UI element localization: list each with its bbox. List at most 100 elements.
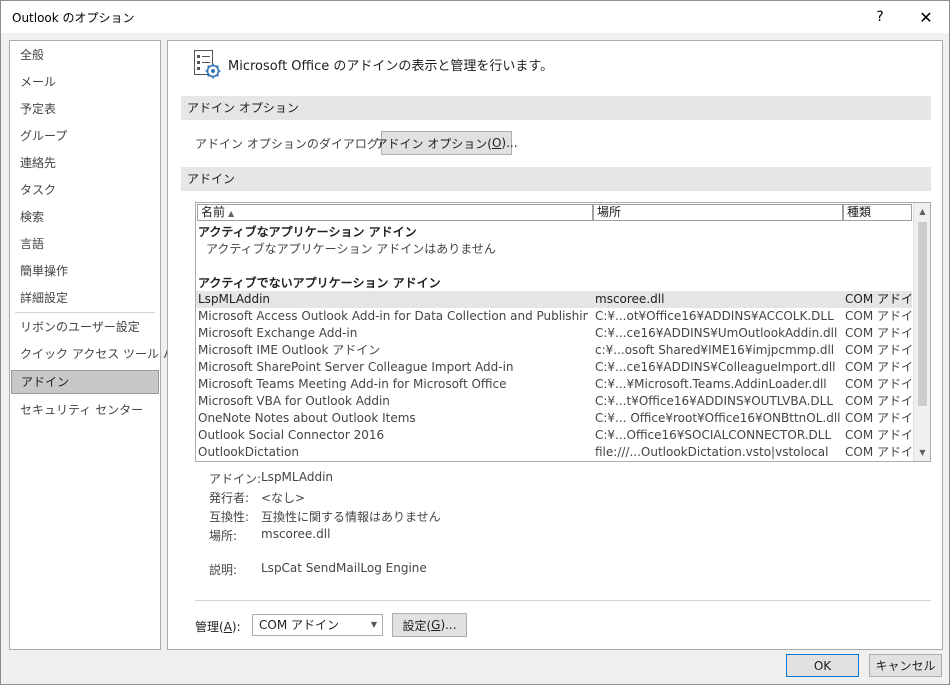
addin-location: C:¥...ce16¥ADDINS¥ColleagueImport.dll [595, 360, 836, 374]
settings-button-suffix: )... [440, 618, 457, 632]
help-button[interactable]: ? [857, 1, 903, 33]
addin-location: C:¥...t¥Office16¥ADDINS¥OUTLVBA.DLL [595, 394, 834, 408]
addin-type: COM アドイン [845, 377, 913, 391]
addins-manage-icon [193, 49, 221, 79]
sidebar-divider [15, 312, 155, 313]
table-row[interactable]: Microsoft Teams Meeting Add-in for Micro… [196, 376, 913, 393]
table-row[interactable]: Microsoft VBA for Outlook Addin C:¥...t¥… [196, 393, 913, 410]
detail-location-label: 場所: [209, 529, 238, 543]
manage-label: 管理(A): [195, 618, 241, 635]
table-row[interactable]: Microsoft IME Outlook アドイン c:¥...osoft S… [196, 342, 913, 359]
section-addins: アドイン [181, 167, 931, 191]
sidebar-item-customize-ribbon[interactable]: リボンのユーザー設定 [10, 315, 160, 339]
close-button[interactable]: ✕ [903, 1, 949, 33]
table-row[interactable]: LspMLAddin mscoree.dll COM アドイン [196, 291, 913, 308]
scroll-up-icon[interactable]: ▲ [914, 203, 930, 220]
sidebar-item-accessibility[interactable]: 簡単操作 [10, 259, 160, 283]
detail-addin-label: アドイン: [209, 472, 262, 486]
page-title: Microsoft Office のアドインの表示と管理を行います。 [228, 59, 554, 74]
group-active-addins: アクティブなアプリケーション アドイン [198, 225, 417, 239]
detail-location-value: mscoree.dll [261, 527, 331, 541]
manage-select-value: COM アドイン [259, 618, 339, 632]
addin-location: C:¥...ot¥Office16¥ADDINS¥ACCOLK.DLL [595, 309, 834, 323]
detail-desc-value: LspCat SendMailLog Engine [261, 561, 427, 575]
section-addin-options: アドイン オプション [181, 96, 931, 120]
table-row[interactable]: OutlookDictation file:///...OutlookDicta… [196, 444, 913, 461]
go-settings-button[interactable]: 設定(G)... [392, 613, 467, 637]
sidebar-item-tasks[interactable]: タスク [10, 178, 160, 202]
addin-type: COM アドイン [845, 309, 913, 323]
addin-options-button-accesskey: O [491, 136, 502, 150]
sidebar-item-language[interactable]: 言語 [10, 232, 160, 256]
sidebar-item-advanced[interactable]: 詳細設定 [10, 286, 160, 310]
table-row[interactable]: Microsoft Exchange Add-in C:¥...ce16¥ADD… [196, 325, 913, 342]
addin-location: C:¥...¥Microsoft.Teams.AddinLoader.dll [595, 377, 827, 391]
sidebar-item-people[interactable]: 連絡先 [10, 151, 160, 175]
active-addins-empty: アクティブなアプリケーション アドインはありません [206, 242, 496, 256]
manage-select[interactable]: COM アドイン ▼ [252, 614, 383, 636]
group-inactive-addins: アクティブでないアプリケーション アドイン [198, 276, 441, 290]
sidebar-item-mail[interactable]: メール [10, 70, 160, 94]
addin-name: Microsoft SharePoint Server Colleague Im… [198, 360, 514, 374]
manage-divider [195, 600, 931, 601]
addin-name: Microsoft VBA for Outlook Addin [198, 394, 390, 408]
table-row[interactable]: Outlook Social Connector 2016 C:¥...Offi… [196, 427, 913, 444]
addin-options-button-suffix: )... [501, 136, 518, 150]
addin-name: LspMLAddin [198, 292, 271, 306]
addin-name: OneNote Notes about Outlook Items [198, 411, 416, 425]
addin-type: COM アドイン [845, 360, 913, 374]
options-dialog: Outlook のオプション ? ✕ 全般 メール 予定表 グループ 連絡先 タ… [0, 0, 950, 685]
manage-label-suffix: ): [231, 620, 241, 634]
detail-publisher-label: 発行者: [209, 491, 250, 505]
ok-button[interactable]: OK [786, 654, 859, 677]
scroll-down-icon[interactable]: ▼ [914, 444, 930, 461]
detail-compat-value: 互換性に関する情報はありません [261, 510, 441, 524]
addin-name: Microsoft IME Outlook アドイン [198, 343, 381, 357]
detail-publisher-value: <なし> [261, 491, 306, 505]
table-row[interactable]: Microsoft Access Outlook Add-in for Data… [196, 308, 913, 325]
manage-label-accesskey: A [223, 620, 232, 634]
addin-type: COM アドイン [845, 326, 913, 340]
list-header: 名前 ▲ 場所 種類 [196, 203, 912, 222]
sidebar-item-addins[interactable]: アドイン [11, 370, 159, 394]
settings-button-accesskey: G [431, 618, 441, 632]
dropdown-arrow-icon: ▼ [370, 620, 377, 629]
addin-name: Microsoft Exchange Add-in [198, 326, 358, 340]
list-scrollbar[interactable]: ▲ ▼ [913, 203, 930, 461]
column-header-name-label: 名前 [201, 205, 226, 219]
addin-options-button[interactable]: アドイン オプション(O)... [375, 131, 518, 155]
manage-label-text: 管理( [195, 620, 224, 634]
sidebar-nav: 全般 メール 予定表 グループ 連絡先 タスク 検索 言語 簡単操作 詳細設定 … [9, 40, 187, 650]
scroll-thumb[interactable] [918, 222, 927, 406]
column-header-location[interactable]: 場所 [593, 204, 843, 221]
addin-options-button-label: アドイン オプション( [375, 136, 492, 151]
sidebar-item-search[interactable]: 検索 [10, 205, 160, 229]
table-row[interactable]: Microsoft SharePoint Server Colleague Im… [196, 359, 913, 376]
main-panel: Microsoft Office のアドインの表示と管理を行います。 アドイン … [167, 40, 943, 650]
column-header-name[interactable]: 名前 ▲ [197, 204, 593, 221]
addin-location: mscoree.dll [595, 292, 665, 306]
addin-name: Microsoft Teams Meeting Add-in for Micro… [198, 377, 507, 391]
addin-name: Outlook Social Connector 2016 [198, 428, 385, 442]
title-bar: Outlook のオプション ? ✕ [1, 1, 949, 33]
addin-location: C:¥... Office¥root¥Office16¥ONBttnOL.dll [595, 411, 840, 425]
addin-location: C:¥...ce16¥ADDINS¥UmOutlookAddin.dll [595, 326, 838, 340]
column-header-type[interactable]: 種類 [843, 204, 912, 221]
sidebar-item-general[interactable]: 全般 [10, 43, 160, 67]
addins-list[interactable]: 名前 ▲ 場所 種類 アクティブなアプリケーション アドイン アクティブなアプリケ… [195, 202, 931, 462]
window-title: Outlook のオプション [12, 11, 135, 25]
addin-type: COM アドイン [845, 411, 913, 425]
detail-compat-label: 互換性: [209, 510, 250, 524]
addin-type: COM アドイン [845, 394, 913, 408]
addin-type: COM アドイン [845, 445, 913, 459]
addin-location: c:¥...osoft Shared¥IME16¥imjpcmmp.dll [595, 343, 835, 357]
table-row[interactable]: OneNote Notes about Outlook Items C:¥...… [196, 410, 913, 427]
sidebar-item-quick-access-toolbar[interactable]: クイック アクセス ツール バー [10, 342, 187, 366]
cancel-button[interactable]: キャンセル [869, 654, 942, 677]
settings-button-label: 設定( [402, 618, 432, 633]
sidebar-item-trust-center[interactable]: セキュリティ センター [10, 398, 160, 422]
sidebar-item-calendar[interactable]: 予定表 [10, 97, 160, 121]
sidebar-item-groups[interactable]: グループ [10, 124, 160, 148]
detail-desc-label: 説明: [209, 563, 238, 577]
detail-addin-value: LspMLAddin [261, 470, 334, 484]
